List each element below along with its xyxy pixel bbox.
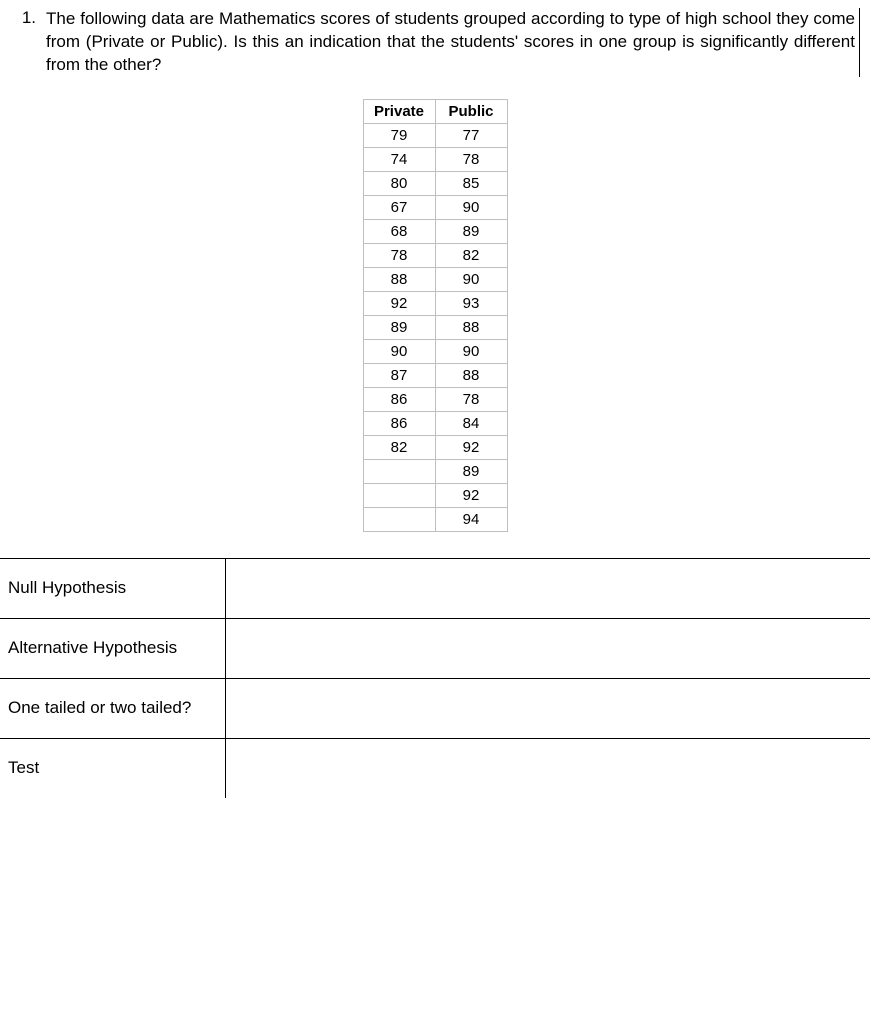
data-table-header: Public bbox=[435, 99, 507, 123]
data-cell: 90 bbox=[435, 339, 507, 363]
answer-label: One tailed or two tailed? bbox=[0, 678, 225, 738]
answer-label: Alternative Hypothesis bbox=[0, 618, 225, 678]
table-row: 7882 bbox=[363, 243, 507, 267]
data-cell: 88 bbox=[435, 363, 507, 387]
answer-row: Alternative Hypothesis bbox=[0, 618, 870, 678]
data-table: PrivatePublic797774788085679068897882889… bbox=[363, 99, 508, 532]
data-cell: 78 bbox=[435, 387, 507, 411]
data-cell: 86 bbox=[363, 387, 435, 411]
data-cell: 89 bbox=[363, 315, 435, 339]
data-cell: 90 bbox=[435, 195, 507, 219]
data-cell: 82 bbox=[435, 243, 507, 267]
data-cell: 90 bbox=[435, 267, 507, 291]
data-cell bbox=[363, 483, 435, 507]
answer-value bbox=[225, 558, 870, 618]
data-cell: 85 bbox=[435, 171, 507, 195]
table-row: 6889 bbox=[363, 219, 507, 243]
answer-value bbox=[225, 738, 870, 797]
table-row: 8890 bbox=[363, 267, 507, 291]
table-row: 9090 bbox=[363, 339, 507, 363]
data-cell: 92 bbox=[435, 483, 507, 507]
data-cell: 90 bbox=[363, 339, 435, 363]
table-row: 8788 bbox=[363, 363, 507, 387]
question-block: 1. The following data are Mathematics sc… bbox=[10, 8, 860, 77]
table-row: 8684 bbox=[363, 411, 507, 435]
data-cell bbox=[363, 459, 435, 483]
table-row: 7977 bbox=[363, 123, 507, 147]
data-cell: 89 bbox=[435, 459, 507, 483]
table-row: 8678 bbox=[363, 387, 507, 411]
data-cell: 67 bbox=[363, 195, 435, 219]
data-table-header: Private bbox=[363, 99, 435, 123]
data-cell: 79 bbox=[363, 123, 435, 147]
data-cell: 89 bbox=[435, 219, 507, 243]
answer-row: Test bbox=[0, 738, 870, 797]
data-cell: 84 bbox=[435, 411, 507, 435]
answer-value bbox=[225, 678, 870, 738]
table-row: 8292 bbox=[363, 435, 507, 459]
table-row: 7478 bbox=[363, 147, 507, 171]
table-row: 9293 bbox=[363, 291, 507, 315]
data-cell: 93 bbox=[435, 291, 507, 315]
data-cell: 80 bbox=[363, 171, 435, 195]
table-row: 8988 bbox=[363, 315, 507, 339]
data-cell: 92 bbox=[435, 435, 507, 459]
table-row: 8085 bbox=[363, 171, 507, 195]
answer-label: Null Hypothesis bbox=[0, 558, 225, 618]
data-cell: 88 bbox=[435, 315, 507, 339]
data-cell: 92 bbox=[363, 291, 435, 315]
question-number: 1. bbox=[10, 8, 46, 28]
answer-row: Null Hypothesis bbox=[0, 558, 870, 618]
answer-value bbox=[225, 618, 870, 678]
data-cell: 78 bbox=[435, 147, 507, 171]
answer-row: One tailed or two tailed? bbox=[0, 678, 870, 738]
data-cell: 86 bbox=[363, 411, 435, 435]
data-cell: 82 bbox=[363, 435, 435, 459]
data-cell: 68 bbox=[363, 219, 435, 243]
question-text: The following data are Mathematics score… bbox=[46, 8, 855, 77]
table-row: 94 bbox=[363, 507, 507, 531]
data-cell bbox=[363, 507, 435, 531]
answers-table: Null HypothesisAlternative HypothesisOne… bbox=[0, 558, 870, 798]
data-cell: 78 bbox=[363, 243, 435, 267]
table-row: 92 bbox=[363, 483, 507, 507]
data-cell: 74 bbox=[363, 147, 435, 171]
answer-label: Test bbox=[0, 738, 225, 797]
table-row: 89 bbox=[363, 459, 507, 483]
data-cell: 87 bbox=[363, 363, 435, 387]
data-cell: 77 bbox=[435, 123, 507, 147]
data-cell: 88 bbox=[363, 267, 435, 291]
data-cell: 94 bbox=[435, 507, 507, 531]
table-row: 6790 bbox=[363, 195, 507, 219]
